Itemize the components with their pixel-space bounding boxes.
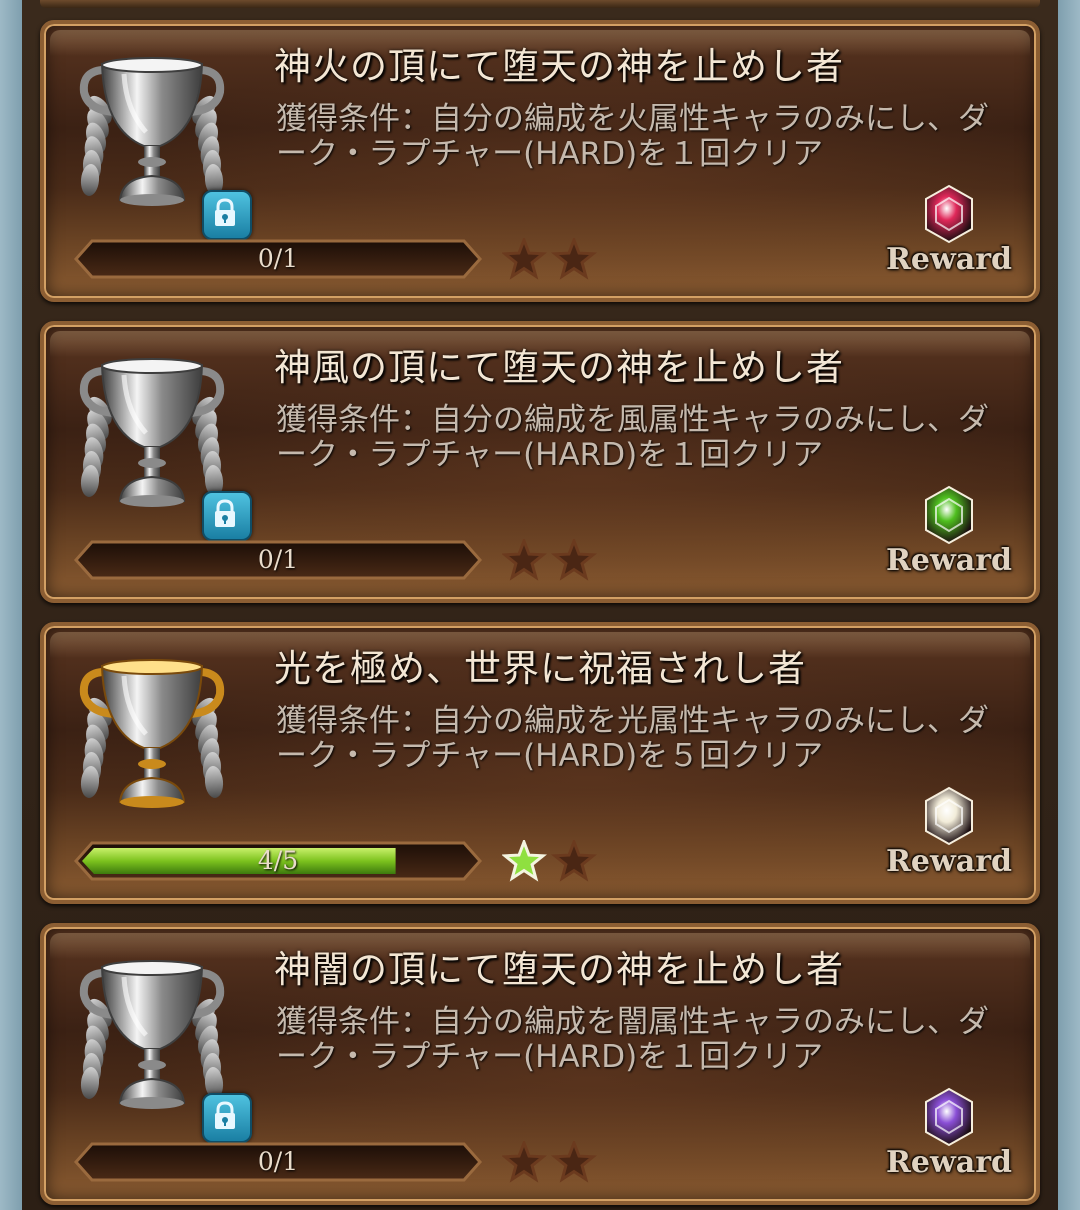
lock-icon [202,190,252,240]
star-icon [550,837,598,882]
star-icon [500,536,548,581]
achievement-condition: 獲得条件：自分の編成を風属性キャラのみにし、ダーク・ラプチャー(HARD)を１回… [276,402,989,473]
reward-button[interactable]: Reward [884,485,1014,585]
reward-label: Reward [885,1145,1013,1180]
gold-trophy-icon [62,652,242,822]
silver-trophy-icon [62,50,252,240]
gem-icon [922,485,976,551]
star-icon [550,1138,598,1183]
star-rating [500,1138,602,1185]
achievement-title: 神風の頂にて堕天の神を止めし者 [274,346,844,389]
progress-text: 0/1 [257,1147,299,1176]
progress-bar: 0/1 [72,1141,484,1183]
reward-button[interactable]: Reward [884,184,1014,284]
achievement-card[interactable]: 神火の頂にて堕天の神を止めし者 獲得条件：自分の編成を火属性キャラのみにし、ダー… [40,20,1040,302]
achievement-card[interactable]: 光を極め、世界に祝福されし者 獲得条件：自分の編成を光属性キャラのみにし、ダーク… [40,622,1040,904]
progress-text: 0/1 [257,545,299,574]
achievement-card[interactable]: 神闇の頂にて堕天の神を止めし者 獲得条件：自分の編成を闇属性キャラのみにし、ダー… [40,923,1040,1205]
reward-button[interactable]: Reward [884,1087,1014,1187]
gem-icon [922,184,976,250]
star-rating [500,536,602,583]
progress-bar: 0/1 [72,539,484,581]
achievement-condition: 獲得条件：自分の編成を光属性キャラのみにし、ダーク・ラプチャー(HARD)を５回… [276,703,989,774]
gem-icon [922,786,976,852]
achievement-title: 神火の頂にて堕天の神を止めし者 [274,45,844,88]
silver-trophy-icon [62,953,252,1143]
star-icon [550,536,598,581]
star-icon [500,1138,548,1183]
star-icon [550,235,598,280]
progress-text: 0/1 [257,244,299,273]
lock-icon [202,1093,252,1143]
reward-label: Reward [885,844,1013,879]
lock-icon [202,491,252,541]
left-border [0,0,22,1210]
right-border [1058,0,1080,1210]
gem-icon [922,1087,976,1153]
reward-label: Reward [885,242,1013,277]
previous-card-edge [40,0,1040,8]
star-rating [500,235,602,282]
silver-trophy-icon [62,351,252,541]
achievement-card[interactable]: 神風の頂にて堕天の神を止めし者 獲得条件：自分の編成を風属性キャラのみにし、ダー… [40,321,1040,603]
star-icon [500,837,548,882]
achievement-title: 光を極め、世界に祝福されし者 [274,647,806,690]
progress-bar: 0/1 [72,238,484,280]
reward-label: Reward [885,543,1013,578]
star-rating [500,837,602,884]
achievement-title: 神闇の頂にて堕天の神を止めし者 [274,948,844,991]
reward-button[interactable]: Reward [884,786,1014,886]
star-icon [500,235,548,280]
progress-bar: 4/5 [72,840,484,882]
achievement-condition: 獲得条件：自分の編成を闇属性キャラのみにし、ダーク・ラプチャー(HARD)を１回… [276,1004,989,1075]
achievement-condition: 獲得条件：自分の編成を火属性キャラのみにし、ダーク・ラプチャー(HARD)を１回… [276,101,989,172]
progress-text: 4/5 [257,846,299,875]
